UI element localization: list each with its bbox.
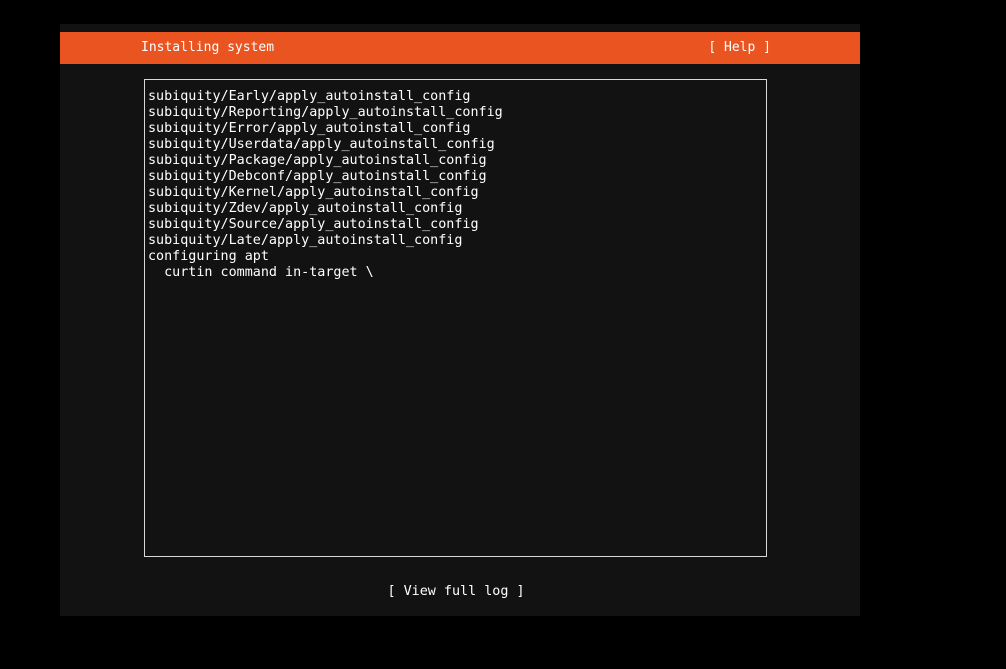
header-bar: Installing system [ Help ] [60, 32, 860, 64]
log-line: curtin command in-target \ [148, 265, 374, 280]
log-line: subiquity/Userdata/apply_autoinstall_con… [148, 137, 495, 152]
log-line: subiquity/Early/apply_autoinstall_config [148, 89, 471, 104]
log-line: subiquity/Debconf/apply_autoinstall_conf… [148, 169, 487, 184]
page-title: Installing system [141, 40, 275, 55]
log-line: subiquity/Source/apply_autoinstall_confi… [148, 217, 479, 232]
log-line: subiquity/Package/apply_autoinstall_conf… [148, 153, 487, 168]
log-lines: subiquity/Early/apply_autoinstall_config… [148, 89, 503, 281]
log-line: subiquity/Reporting/apply_autoinstall_co… [148, 105, 503, 120]
log-line: subiquity/Error/apply_autoinstall_config [148, 121, 471, 136]
view-full-log-button[interactable]: [ View full log ] [60, 584, 852, 600]
help-button[interactable]: [ Help ] [708, 32, 771, 64]
log-line: subiquity/Zdev/apply_autoinstall_config [148, 201, 463, 216]
installer-console: Installing system [ Help ] subiquity/Ear… [60, 24, 860, 616]
log-line: subiquity/Kernel/apply_autoinstall_confi… [148, 185, 479, 200]
log-line: configuring apt [148, 249, 269, 264]
install-log-panel[interactable]: subiquity/Early/apply_autoinstall_config… [144, 79, 767, 557]
log-line: subiquity/Late/apply_autoinstall_config [148, 233, 463, 248]
